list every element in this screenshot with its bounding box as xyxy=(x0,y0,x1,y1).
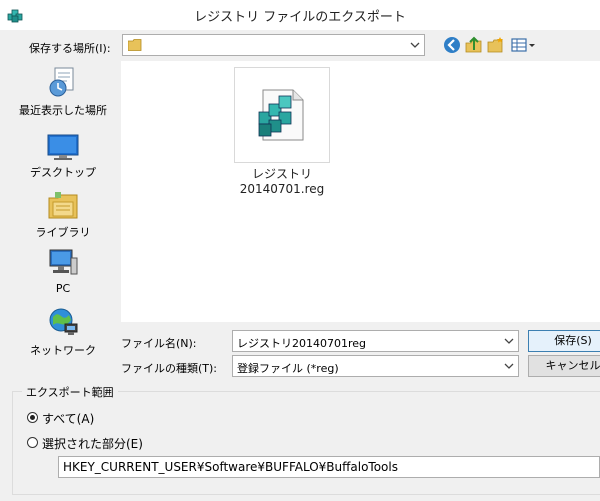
network-icon xyxy=(49,308,78,335)
file-thumbnail xyxy=(234,67,330,163)
chevron-down-icon[interactable] xyxy=(504,336,514,346)
place-computer[interactable]: PC xyxy=(14,248,112,295)
place-desktop[interactable]: デスクトップ xyxy=(14,134,112,180)
export-range-title: エクスポート範囲 xyxy=(22,384,118,400)
places-bar: 最近表示した場所 デスクトップ ライブラリ PC ネットワーク xyxy=(14,62,112,384)
computer-icon xyxy=(49,249,78,275)
folder-icon xyxy=(128,39,142,51)
save-button[interactable]: 保存(S) xyxy=(528,330,600,352)
filename-label: ファイル名(N): xyxy=(121,337,197,350)
radio-all[interactable] xyxy=(27,412,38,423)
chevron-down-icon[interactable] xyxy=(504,361,514,371)
file-name: レジストリ 20140701.reg xyxy=(224,167,340,197)
filetype-label: ファイルの種類(T): xyxy=(121,362,218,375)
place-recent[interactable]: 最近表示した場所 xyxy=(14,66,112,118)
filename-value: レジストリ20140701reg xyxy=(237,337,367,350)
location-label: 保存する場所(I): xyxy=(29,42,111,55)
libraries-icon xyxy=(48,192,78,219)
desktop-icon xyxy=(47,134,79,160)
place-label: ネットワーク xyxy=(30,344,96,357)
file-name-line2: 20140701.reg xyxy=(239,182,325,196)
place-label: 最近表示した場所 xyxy=(19,104,107,117)
place-network[interactable]: ネットワーク xyxy=(14,306,112,358)
selected-branch-value: HKEY_CURRENT_USER¥Software¥BUFFALO¥Buffa… xyxy=(63,460,398,474)
window-title: レジストリ ファイルのエクスポート xyxy=(194,10,406,25)
place-label: デスクトップ xyxy=(30,166,96,179)
view-menu-icon[interactable] xyxy=(511,36,537,54)
recent-places-icon xyxy=(49,67,74,97)
filename-input[interactable]: レジストリ20140701reg xyxy=(232,330,519,352)
chevron-down-icon xyxy=(410,42,420,48)
file-item[interactable]: レジストリ 20140701.reg xyxy=(234,67,330,196)
place-label: ライブラリ xyxy=(35,226,91,239)
cancel-button[interactable]: キャンセル xyxy=(528,355,600,377)
selected-branch-input[interactable]: HKEY_CURRENT_USER¥Software¥BUFFALO¥Buffa… xyxy=(58,456,600,478)
filetype-value: 登録ファイル (*reg) xyxy=(237,362,339,375)
registry-file-icon xyxy=(258,89,304,141)
filetype-select[interactable]: 登録ファイル (*reg) xyxy=(232,355,519,377)
file-list[interactable]: レジストリ 20140701.reg xyxy=(121,61,600,322)
radio-all-label[interactable]: すべて(A) xyxy=(42,410,94,427)
back-icon[interactable] xyxy=(443,36,461,54)
new-folder-icon[interactable] xyxy=(487,36,505,54)
location-combo[interactable] xyxy=(122,34,425,56)
up-folder-icon[interactable] xyxy=(465,36,483,54)
place-label: PC xyxy=(55,282,71,295)
radio-selected-branch[interactable] xyxy=(27,437,38,448)
place-libraries[interactable]: ライブラリ xyxy=(14,190,112,240)
file-name-line1: レジストリ xyxy=(251,167,312,181)
radio-selected-label[interactable]: 選択された部分(E) xyxy=(42,435,143,452)
